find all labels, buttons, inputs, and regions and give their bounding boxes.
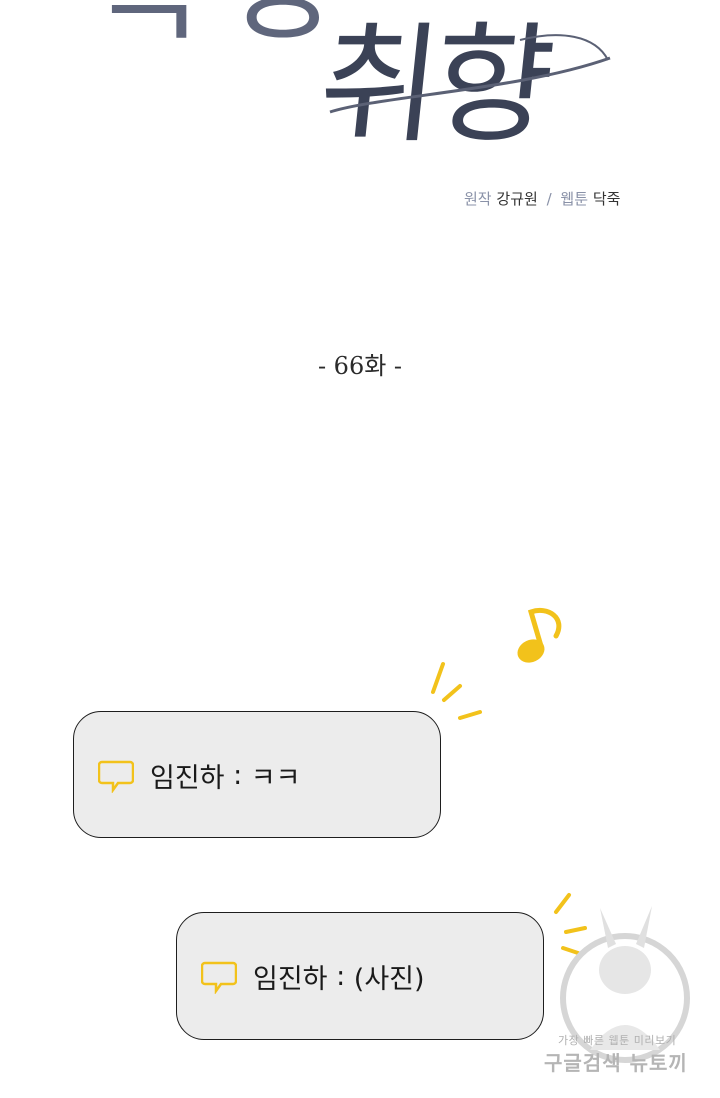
message-content: 임진하 : (사진) bbox=[201, 957, 425, 996]
watermark-site: 구글검색 뉴토끼 bbox=[544, 1051, 688, 1075]
message-content: 임진하 : ㅋㅋ bbox=[98, 756, 300, 795]
message-separator: : bbox=[327, 961, 354, 992]
music-note-icon bbox=[517, 608, 562, 663]
message-sender: 임진하 bbox=[150, 763, 225, 794]
watermark-tagline: 가장 빠른 웹툰 미리보기 bbox=[558, 1034, 677, 1047]
chat-bubble-icon bbox=[98, 760, 134, 793]
message-bubble: 임진하 : ㅋㅋ bbox=[73, 711, 441, 838]
message-text: ㅋㅋ bbox=[250, 763, 301, 794]
sparkle-lines-1 bbox=[431, 662, 482, 720]
chat-bubble-icon bbox=[201, 961, 237, 994]
message-bubble: 임진하 : (사진) bbox=[176, 912, 544, 1040]
message-sender: 임진하 bbox=[253, 964, 328, 995]
message-separator: : bbox=[224, 760, 251, 791]
message-text: (사진) bbox=[353, 964, 425, 995]
